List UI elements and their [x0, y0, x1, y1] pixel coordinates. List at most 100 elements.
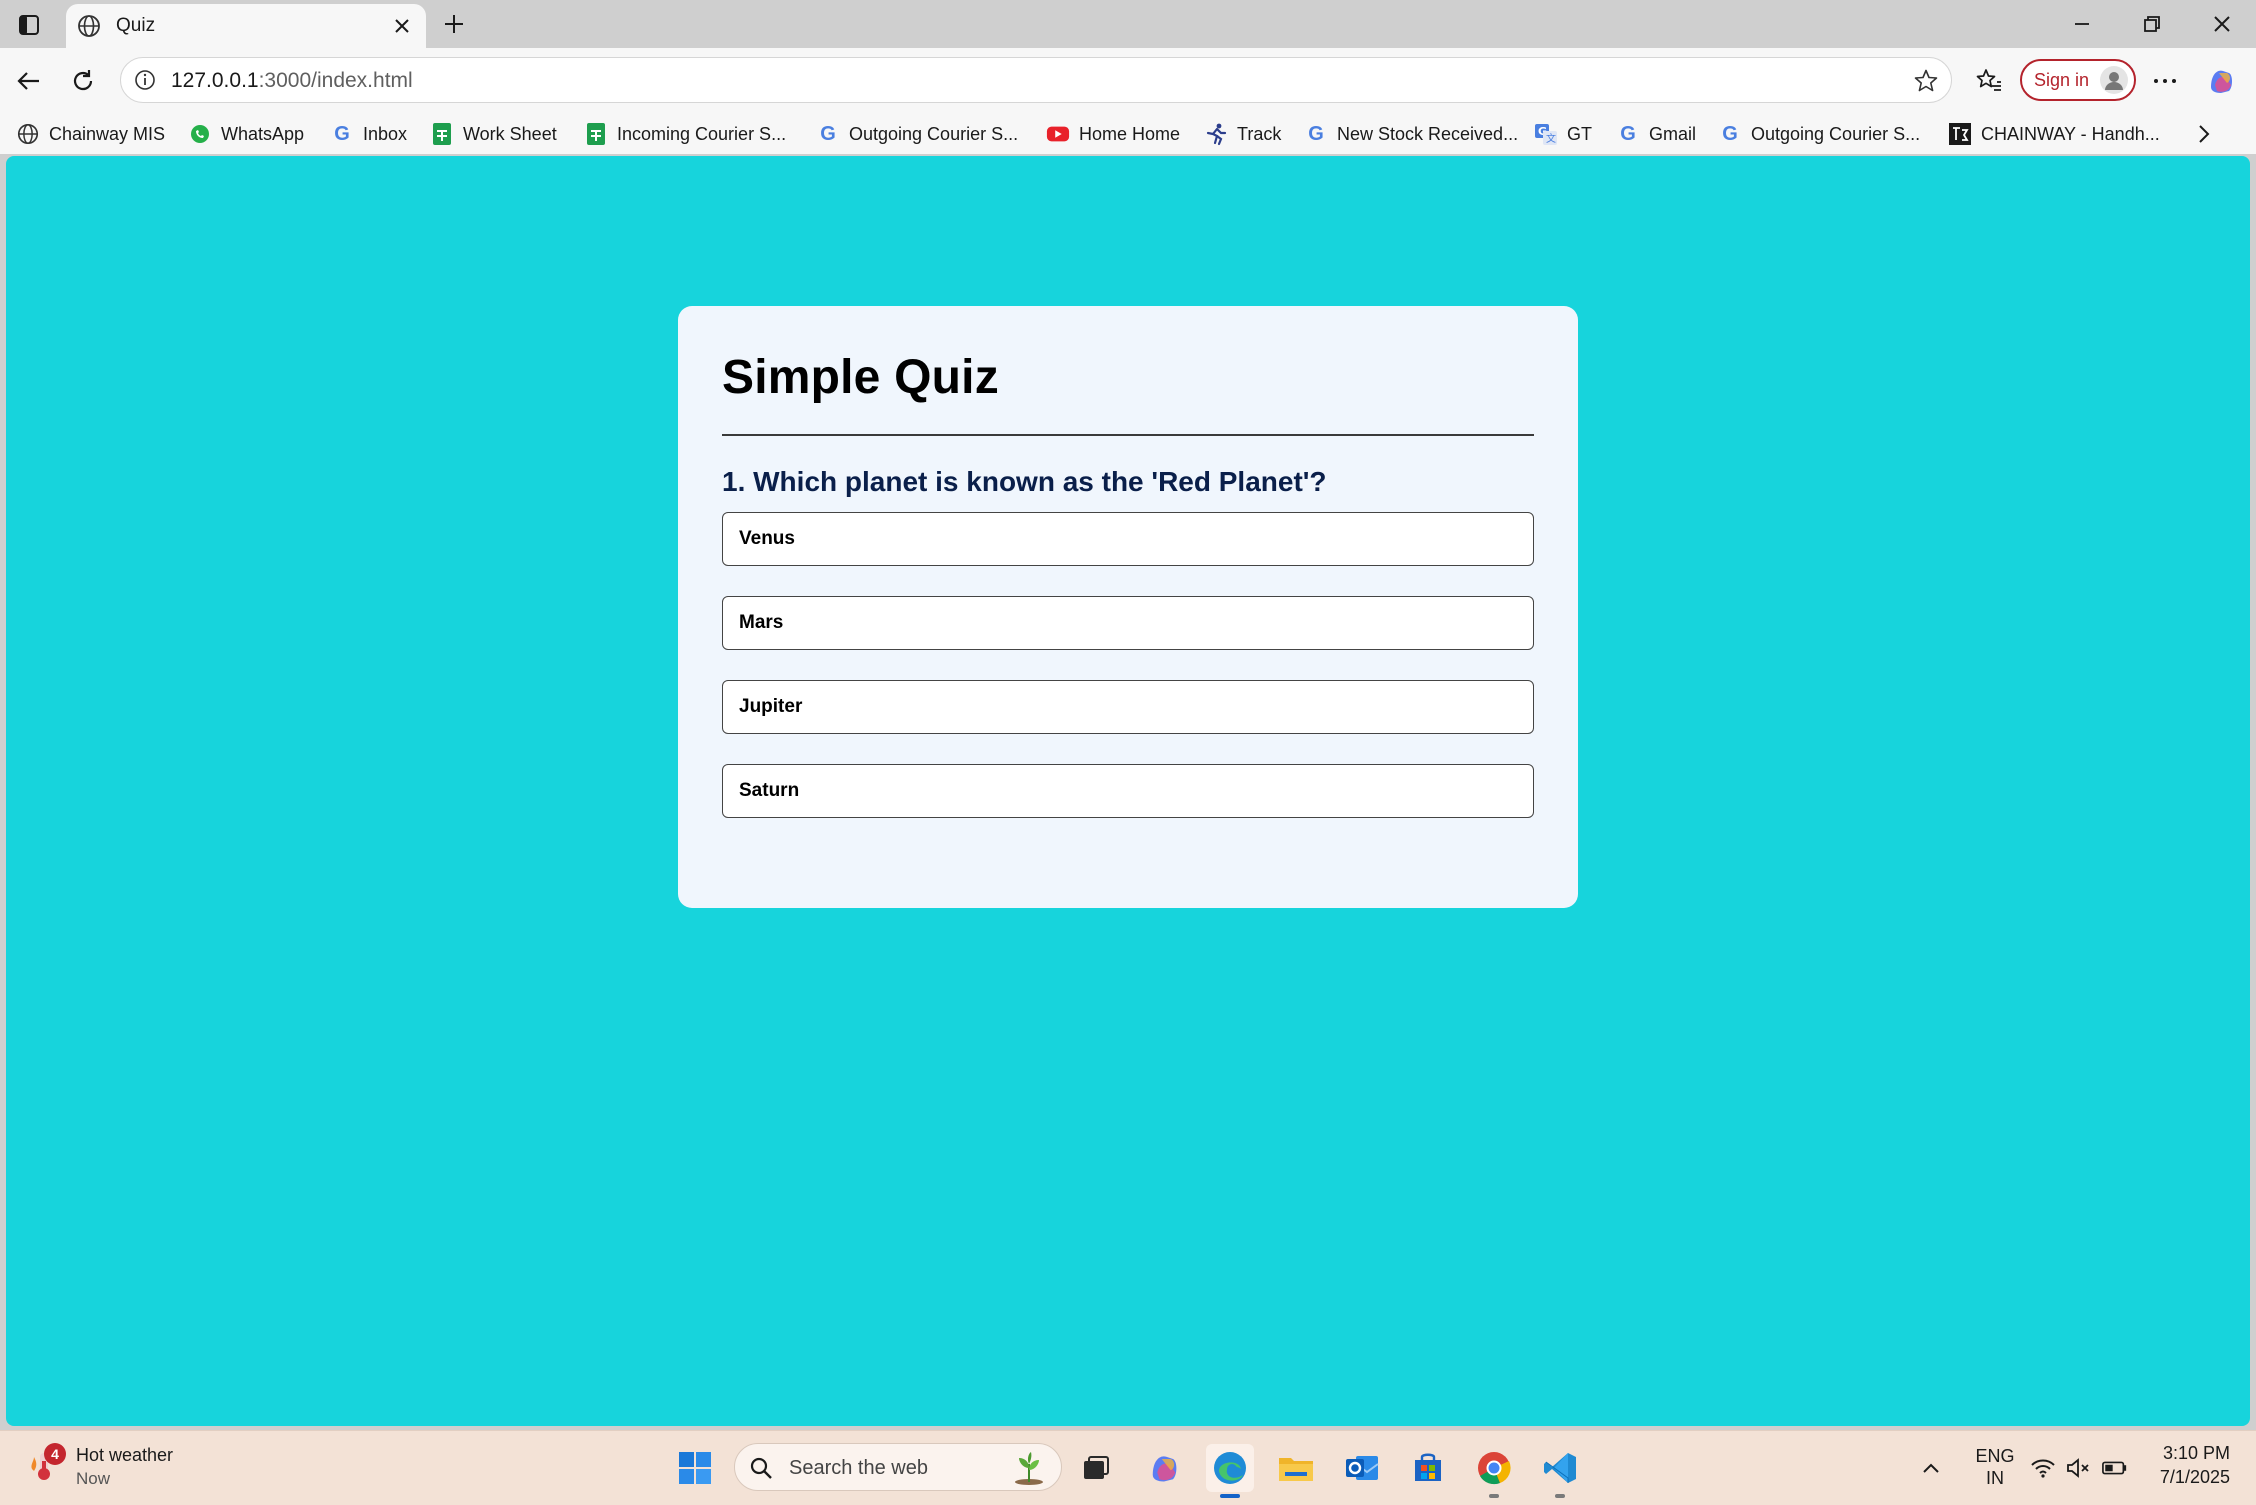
bookmark-inbox[interactable]: G Inbox	[330, 120, 407, 148]
bookmark-whatsapp[interactable]: WhatsApp	[188, 120, 304, 148]
file-explorer-icon[interactable]	[1272, 1444, 1320, 1492]
language-code: ENG	[1975, 1446, 2015, 1466]
wifi-icon[interactable]	[2030, 1455, 2056, 1481]
region-code: IN	[1986, 1468, 2004, 1488]
language-indicator[interactable]: ENG IN	[1970, 1445, 2020, 1489]
copilot-icon[interactable]	[2204, 64, 2238, 98]
svg-text:文: 文	[1546, 132, 1556, 145]
bookmark-outgoing-courier-2[interactable]: G Outgoing Courier S...	[1718, 120, 1920, 148]
favorites-icon[interactable]	[1972, 64, 2006, 98]
google-icon: G	[1620, 122, 1636, 145]
bookmark-home-home[interactable]: Home Home	[1046, 120, 1180, 148]
system-clock[interactable]: 3:10 PM 7/1/2025	[2150, 1441, 2230, 1489]
start-button[interactable]	[671, 1444, 719, 1492]
site-info-icon[interactable]	[133, 68, 157, 92]
sign-in-button[interactable]: Sign in	[2020, 59, 2136, 101]
copilot-app-icon[interactable]	[1140, 1444, 1188, 1492]
running-indicator	[1555, 1494, 1565, 1498]
search-placeholder: Search the web	[789, 1457, 928, 1479]
more-options-icon[interactable]	[2148, 64, 2182, 98]
url-path: :3000/index.html	[258, 69, 413, 92]
bookmark-label: Home Home	[1079, 123, 1181, 144]
sign-in-label: Sign in	[2034, 70, 2090, 90]
quiz-title: Simple Quiz	[722, 351, 999, 404]
plant-icon	[1009, 1448, 1049, 1488]
bookmark-new-stock[interactable]: G New Stock Received...	[1304, 120, 1518, 148]
bookmark-label: Inbox	[363, 123, 408, 144]
show-hidden-icons-chevron-icon[interactable]	[1918, 1455, 1944, 1481]
bookmark-incoming-courier[interactable]: Incoming Courier S...	[584, 120, 786, 148]
answer-button-jupiter[interactable]: Jupiter	[722, 680, 1534, 734]
translate-icon: G文	[1534, 122, 1558, 146]
bookmark-label: New Stock Received...	[1337, 123, 1519, 144]
close-window-button[interactable]	[2198, 8, 2246, 40]
tab-strip: Quiz	[0, 0, 2256, 48]
clock-time: 3:10 PM	[2162, 1443, 2230, 1463]
battery-icon[interactable]	[2102, 1455, 2128, 1481]
google-icon: G	[1308, 122, 1324, 145]
answer-button-mars[interactable]: Mars	[722, 596, 1534, 650]
back-button[interactable]	[10, 62, 48, 100]
runner-icon	[1204, 122, 1228, 146]
bookmark-label: Outgoing Courier S...	[849, 123, 1019, 144]
tab-quiz[interactable]: Quiz	[66, 4, 426, 48]
minimize-button[interactable]	[2058, 8, 2106, 40]
browser-toolbar: 127.0.0.1:3000/index.html Sign in	[0, 48, 2256, 114]
bookmark-chainway-mis[interactable]: Chainway MIS	[16, 120, 165, 148]
bookmarks-overflow-chevron-icon[interactable]	[2190, 120, 2218, 148]
google-icon: G	[1722, 122, 1738, 145]
bookmark-outgoing-courier[interactable]: G Outgoing Courier S...	[816, 120, 1018, 148]
clock-date: 7/1/2025	[2159, 1467, 2230, 1487]
bookmark-label: Work Sheet	[463, 123, 557, 144]
edge-app-icon[interactable]	[1206, 1444, 1254, 1498]
answer-button-venus[interactable]: Venus	[722, 512, 1534, 566]
close-tab-icon[interactable]	[390, 14, 414, 38]
url-host: 127.0.0.1	[171, 69, 259, 92]
bookmark-label: WhatsApp	[221, 123, 305, 144]
whatsapp-icon	[188, 122, 212, 146]
title-divider	[722, 434, 1534, 436]
youtube-icon	[1046, 122, 1070, 146]
tab-title: Quiz	[116, 15, 156, 36]
url-text[interactable]: 127.0.0.1:3000/index.html	[171, 69, 413, 93]
bookmark-gmail[interactable]: G Gmail	[1616, 120, 1696, 148]
question-text: 1. Which planet is known as the 'Red Pla…	[722, 466, 1327, 497]
bookmark-work-sheet[interactable]: Work Sheet	[430, 120, 557, 148]
microsoft-store-icon[interactable]	[1404, 1444, 1452, 1492]
weather-subtitle: Now	[76, 1469, 111, 1488]
weather-title: Hot weather	[76, 1445, 174, 1465]
bookmarks-bar: Chainway MIS WhatsApp G Inbox Work Sheet…	[0, 114, 2256, 154]
bookmark-label: Outgoing Courier S...	[1751, 123, 1921, 144]
sheets-icon	[430, 122, 454, 146]
google-icon: G	[334, 122, 350, 145]
bookmark-chainway-handheld[interactable]: CHAINWAY - Handh...	[1948, 120, 2160, 148]
globe-icon	[76, 13, 102, 39]
active-indicator	[1220, 1494, 1240, 1498]
taskbar-search-box[interactable]: Search the web	[734, 1443, 1062, 1491]
weather-alert-badge: 4	[44, 1443, 66, 1465]
task-view-button[interactable]	[1072, 1444, 1120, 1492]
new-tab-button[interactable]	[438, 8, 470, 40]
tab-actions-icon[interactable]	[14, 10, 44, 40]
bookmark-gt[interactable]: G文 GT	[1534, 120, 1592, 148]
outlook-icon[interactable]	[1338, 1444, 1386, 1492]
bookmark-label: Incoming Courier S...	[617, 123, 787, 144]
profile-avatar-icon	[2100, 66, 2128, 94]
restore-button[interactable]	[2128, 8, 2176, 40]
answer-button-saturn[interactable]: Saturn	[722, 764, 1534, 818]
reload-button[interactable]	[64, 62, 102, 100]
vscode-icon[interactable]	[1536, 1444, 1584, 1498]
favorite-star-icon[interactable]	[1913, 68, 1939, 94]
chrome-icon[interactable]	[1470, 1444, 1518, 1498]
bookmark-label: Gmail	[1649, 123, 1697, 144]
page-viewport: Simple Quiz 1. Which planet is known as …	[6, 156, 2250, 1426]
bookmark-label: Chainway MIS	[49, 123, 166, 144]
address-bar[interactable]: 127.0.0.1:3000/index.html	[120, 57, 1952, 103]
bookmark-label: Track	[1237, 123, 1282, 144]
bookmark-track[interactable]: Track	[1204, 120, 1281, 148]
volume-muted-icon[interactable]	[2066, 1455, 2092, 1481]
bookmark-label: CHAINWAY - Handh...	[1981, 123, 2160, 144]
weather-widget[interactable]: 4 Hot weather Now	[26, 1441, 196, 1495]
quiz-card: Simple Quiz 1. Which planet is known as …	[678, 306, 1578, 908]
globe-icon	[16, 122, 40, 146]
